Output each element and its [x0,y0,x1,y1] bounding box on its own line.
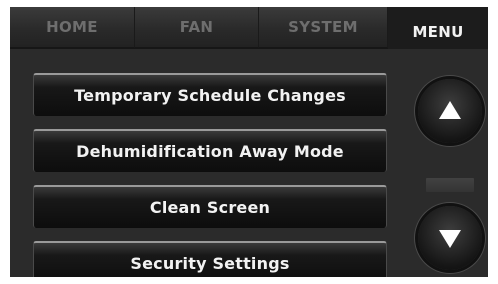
scroll-position-indicator [426,178,474,192]
arrow-up-icon [439,101,461,119]
tab-system[interactable]: SYSTEM [259,7,388,49]
tab-fan[interactable]: FAN [135,7,259,49]
scroll-down-button[interactable] [418,206,482,270]
menu-item-dehumidification-away-mode[interactable]: Dehumidification Away Mode [33,129,387,172]
tab-fan-label: FAN [179,18,214,36]
scroll-up-button[interactable] [418,79,482,143]
scroll-controls [414,62,488,277]
menu-item-temporary-schedule-changes[interactable]: Temporary Schedule Changes [33,73,387,116]
arrow-down-icon [439,230,461,248]
tab-menu[interactable]: MENU [388,7,488,49]
menu-item-label: Dehumidification Away Mode [76,142,344,161]
tab-home[interactable]: HOME [10,7,135,49]
tab-menu-label: MENU [412,23,464,41]
menu-item-label: Temporary Schedule Changes [74,86,346,105]
menu-item-clean-screen[interactable]: Clean Screen [33,185,387,228]
thermostat-screen: HOME FAN SYSTEM MENU Temporary Schedule … [10,7,488,277]
tab-system-label: SYSTEM [288,18,358,36]
menu-item-security-settings[interactable]: Security Settings [33,241,387,277]
tab-bar: HOME FAN SYSTEM MENU [10,7,488,49]
menu-item-label: Clean Screen [149,198,271,217]
menu-item-label: Security Settings [130,254,290,273]
tab-home-label: HOME [46,18,98,36]
